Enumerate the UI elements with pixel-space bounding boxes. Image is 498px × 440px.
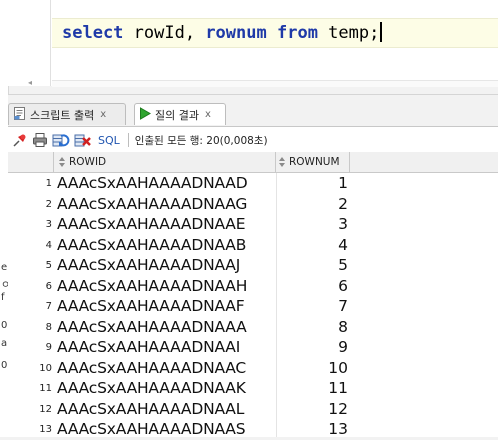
cell-rownum[interactable]: 1 xyxy=(276,173,348,194)
script-output-icon xyxy=(13,106,26,123)
table-row[interactable]: 8 AAAcSxAAHAAAADNAAA 8 xyxy=(8,317,498,338)
cell-rownum[interactable]: 8 xyxy=(276,317,348,338)
cell-rownum[interactable]: 5 xyxy=(276,255,348,276)
grid-corner-cell xyxy=(8,152,54,172)
row-number: 3 xyxy=(45,219,52,230)
row-number: 11 xyxy=(39,383,52,394)
background-text-fragment: a xyxy=(1,338,8,349)
sort-icon[interactable] xyxy=(59,156,65,168)
toolbar-divider xyxy=(127,133,129,147)
background-text-fragment: f xyxy=(1,292,5,303)
table-row[interactable]: 10 AAAcSxAAHAAAADNAAC 10 xyxy=(8,358,498,379)
sort-icon[interactable] xyxy=(279,156,285,168)
refresh-icon[interactable] xyxy=(52,130,70,150)
sql-editor[interactable]: select rowId, rownum from temp; ◂ xyxy=(8,0,498,87)
table-row[interactable]: 5 AAAcSxAAHAAAADNAAJ 5 xyxy=(8,255,498,276)
tab-script-output[interactable]: 스크립트 출력 x xyxy=(8,103,126,125)
cell-rownum[interactable]: 12 xyxy=(276,399,348,420)
cell-rowid[interactable]: AAAcSxAAHAAAADNAAI xyxy=(57,337,275,358)
code-keyword: from xyxy=(276,23,318,43)
cell-rownum[interactable]: 3 xyxy=(276,214,348,235)
cell-rowid[interactable]: AAAcSxAAHAAAADNAAL xyxy=(57,399,275,420)
result-grid[interactable]: ROWID ROWNUM 1 AAAcSxAAHAAAADNAAD 1 2 AAAcS… xyxy=(8,152,498,440)
row-number: 12 xyxy=(39,403,52,415)
cell-rowid[interactable]: AAAcSxAAHAAAADNAAD xyxy=(57,173,275,194)
cell-rowid[interactable]: AAAcSxAAHAAAADNAAG xyxy=(57,194,275,215)
cell-rownum[interactable]: 11 xyxy=(276,378,348,399)
code-keyword: select xyxy=(62,23,124,43)
table-row[interactable]: 11 AAAcSxAAHAAAADNAAK 11 xyxy=(8,378,498,399)
table-row[interactable]: 2 AAAcSxAAHAAAADNAAG 2 xyxy=(8,194,498,215)
run-query-icon xyxy=(139,106,151,123)
table-row[interactable]: 1 AAAcSxAAHAAAADNAAD 1 xyxy=(8,173,498,194)
horizontal-scrollbar[interactable] xyxy=(52,80,498,87)
table-row[interactable]: 12 AAAcSxAAHAAAADNAAL 12 xyxy=(8,399,498,420)
cell-rownum[interactable]: 13 xyxy=(276,419,348,440)
cell-rowid[interactable]: AAAcSxAAHAAAADNAAH xyxy=(57,276,275,297)
cell-rowid[interactable]: AAAcSxAAHAAAADNAAE xyxy=(57,214,275,235)
print-icon[interactable] xyxy=(32,130,48,150)
table-row[interactable]: 6 AAAcSxAAHAAAADNAAH 6 xyxy=(8,276,498,297)
scroll-left-arrow-icon[interactable]: ◂ xyxy=(28,78,32,87)
sql-button[interactable]: SQL xyxy=(98,134,120,147)
tab-query-result[interactable]: 질의 결과 x xyxy=(134,103,226,125)
background-text-fragment: 0 xyxy=(1,360,8,371)
cell-rownum[interactable]: 10 xyxy=(276,358,348,379)
code-keyword: rownum xyxy=(205,23,267,43)
cell-rowid[interactable]: AAAcSxAAHAAAADNAAJ xyxy=(57,255,275,276)
editor-gutter xyxy=(8,0,51,86)
row-number: 7 xyxy=(45,301,52,312)
table-row[interactable]: 9 AAAcSxAAHAAAADNAAI 9 xyxy=(8,337,498,358)
column-header-label: ROWNUM xyxy=(289,156,340,168)
cell-rownum[interactable]: 6 xyxy=(276,276,348,297)
cell-rownum[interactable]: 7 xyxy=(276,296,348,317)
pin-icon[interactable] xyxy=(12,130,28,150)
row-number: 4 xyxy=(45,239,52,251)
row-number: 5 xyxy=(45,260,52,271)
row-number: 10 xyxy=(39,362,52,374)
table-row[interactable]: 7 AAAcSxAAHAAAADNAAF 7 xyxy=(8,296,498,317)
cell-rowid[interactable]: AAAcSxAAHAAAADNAAC xyxy=(57,358,275,379)
column-header-label: ROWID xyxy=(69,156,107,168)
sql-code-line[interactable]: select rowId, rownum from temp; xyxy=(62,22,383,44)
cell-rowid[interactable]: AAAcSxAAHAAAADNAAK xyxy=(57,378,275,399)
table-row[interactable]: 4 AAAcSxAAHAAAADNAAB 4 xyxy=(8,235,498,256)
fetch-status-text: 인출된 모든 행: 20(0,008초) xyxy=(134,134,268,147)
background-text-fragment: 0 xyxy=(1,320,8,331)
code-text: rowId, xyxy=(123,23,206,43)
table-row[interactable]: 13 AAAcSxAAHAAAADNAAS 13 xyxy=(8,419,498,440)
close-icon[interactable]: x xyxy=(100,109,106,120)
tab-label: 질의 결과 xyxy=(155,108,199,122)
delete-icon[interactable] xyxy=(74,130,92,150)
background-text-fragment: e xyxy=(1,262,8,273)
cell-rownum[interactable]: 4 xyxy=(276,235,348,256)
cell-rowid[interactable]: AAAcSxAAHAAAADNAAA xyxy=(57,317,275,338)
row-number: 9 xyxy=(45,342,52,353)
text-caret xyxy=(380,22,383,42)
row-number: 13 xyxy=(39,424,52,435)
code-text: temp; xyxy=(317,23,380,43)
cell-rowid[interactable]: AAAcSxAAHAAAADNAAB xyxy=(57,235,275,256)
table-row[interactable]: 3 AAAcSxAAHAAAADNAAE 3 xyxy=(8,214,498,235)
output-tab-bar: 스크립트 출력 x 질의 결과 x xyxy=(8,94,498,127)
result-toolbar: SQL 인출된 모든 행: 20(0,008초) xyxy=(8,126,498,154)
cell-rowid[interactable]: AAAcSxAAHAAAADNAAF xyxy=(57,296,275,317)
cell-rownum[interactable]: 2 xyxy=(276,194,348,215)
close-icon[interactable]: x xyxy=(205,109,211,120)
column-header-rownum[interactable]: ROWNUM xyxy=(276,152,350,172)
tab-label: 스크립트 출력 xyxy=(30,108,95,122)
column-header-rowid[interactable]: ROWID xyxy=(54,152,276,172)
row-number: 8 xyxy=(45,321,52,333)
grid-header: ROWID ROWNUM xyxy=(8,152,498,173)
cell-rowid[interactable]: AAAcSxAAHAAAADNAAS xyxy=(57,419,275,440)
grid-rows: 1 AAAcSxAAHAAAADNAAD 1 2 AAAcSxAAHAAAADNAAG… xyxy=(8,173,498,440)
row-number: 1 xyxy=(45,178,52,189)
row-number: 2 xyxy=(45,198,52,210)
cell-rownum[interactable]: 9 xyxy=(276,337,348,358)
row-number: 6 xyxy=(45,280,52,292)
